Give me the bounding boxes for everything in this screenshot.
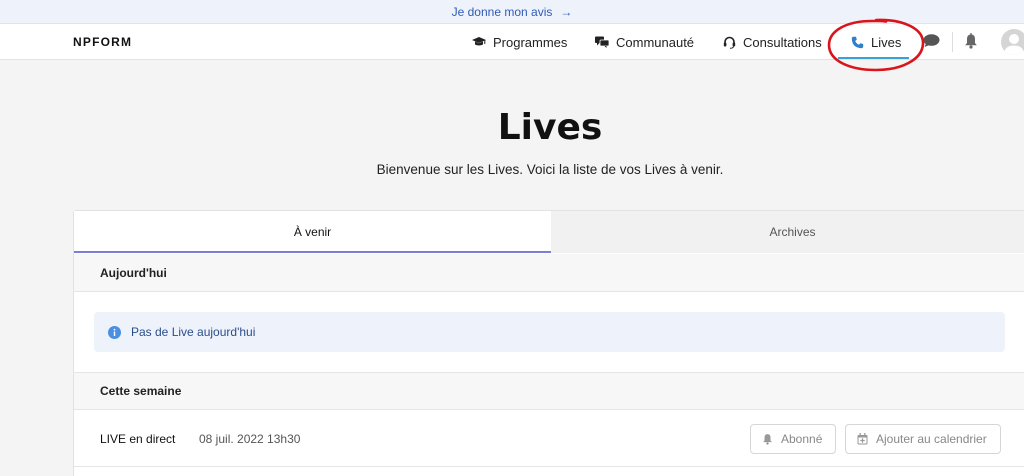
info-message-text: Pas de Live aujourd'hui [131, 325, 256, 339]
headset-icon [723, 36, 736, 49]
nav-item-label: Programmes [493, 34, 568, 50]
nav-item-lives[interactable]: Lives [851, 24, 901, 60]
user-icon [1004, 34, 1024, 55]
nav-item-programmes[interactable]: Programmes [472, 24, 567, 60]
info-icon [108, 325, 121, 339]
logo[interactable]: NPFORM [73, 35, 132, 49]
add-to-calendar-label: Ajouter au calendrier [876, 432, 987, 446]
arrow-right-icon: → [560, 4, 573, 19]
navbar: NPFORM Programmes Communauté Consultatio… [0, 24, 1024, 60]
chat-icon[interactable] [923, 33, 940, 48]
active-nav-indicator [838, 57, 909, 59]
nav-item-communaute[interactable]: Communauté [595, 24, 694, 60]
graduation-cap-icon [472, 37, 486, 46]
live-name[interactable]: LIVE en direct [100, 432, 175, 446]
subscribe-button[interactable]: Abonné [750, 424, 836, 454]
page-title: Lives [497, 107, 603, 148]
nav-item-label: Lives [871, 34, 902, 50]
feedback-bar[interactable]: Je donne mon avis → [0, 0, 1024, 24]
page-subtitle: Bienvenue sur les Lives. Voici la liste … [376, 162, 724, 177]
subscribe-button-label: Abonné [781, 432, 823, 446]
nav-item-label: Consultations [743, 34, 822, 50]
info-message: Pas de Live aujourd'hui [94, 312, 1005, 352]
nav-item-consultations[interactable]: Consultations [723, 24, 822, 60]
nav-divider [952, 32, 953, 52]
phone-icon [851, 36, 864, 48]
tab-bar: À venir Archives [74, 211, 1024, 253]
tab-archives[interactable]: Archives [551, 211, 1024, 253]
section-header-week: Cette semaine [74, 372, 1024, 410]
nav-item-label: Communauté [616, 34, 695, 50]
add-to-calendar-button[interactable]: Ajouter au calendrier [845, 424, 1001, 454]
bell-icon[interactable] [964, 33, 978, 49]
avatar[interactable] [1001, 29, 1024, 55]
chat-bubbles-icon [595, 36, 609, 48]
lives-card: À venir Archives Aujourd'hui Pas de Live… [73, 210, 1024, 476]
active-tab-indicator [74, 251, 551, 253]
feedback-link[interactable]: Je donne mon avis [452, 5, 553, 19]
calendar-plus-icon [857, 433, 868, 445]
live-row: LIVE en direct 08 juil. 2022 13h30 Abonn… [74, 411, 1024, 467]
tab-a-venir[interactable]: À venir [74, 211, 551, 253]
bell-icon [763, 434, 772, 445]
section-header-today: Aujourd'hui [74, 254, 1024, 292]
live-date: 08 juil. 2022 13h30 [199, 432, 301, 446]
